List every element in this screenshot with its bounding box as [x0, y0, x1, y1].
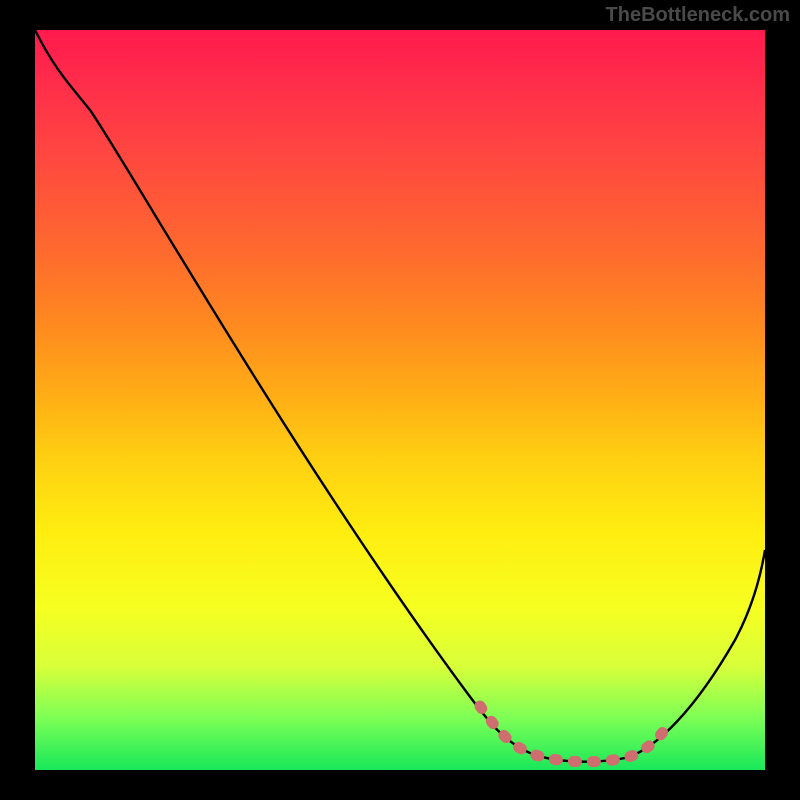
- plot-area: [35, 30, 765, 770]
- highlight-band: [480, 706, 663, 762]
- main-curve: [35, 30, 765, 762]
- watermark-text: TheBottleneck.com: [606, 4, 790, 27]
- chart-container: TheBottleneck.com: [0, 0, 800, 800]
- curve-svg: [35, 30, 765, 770]
